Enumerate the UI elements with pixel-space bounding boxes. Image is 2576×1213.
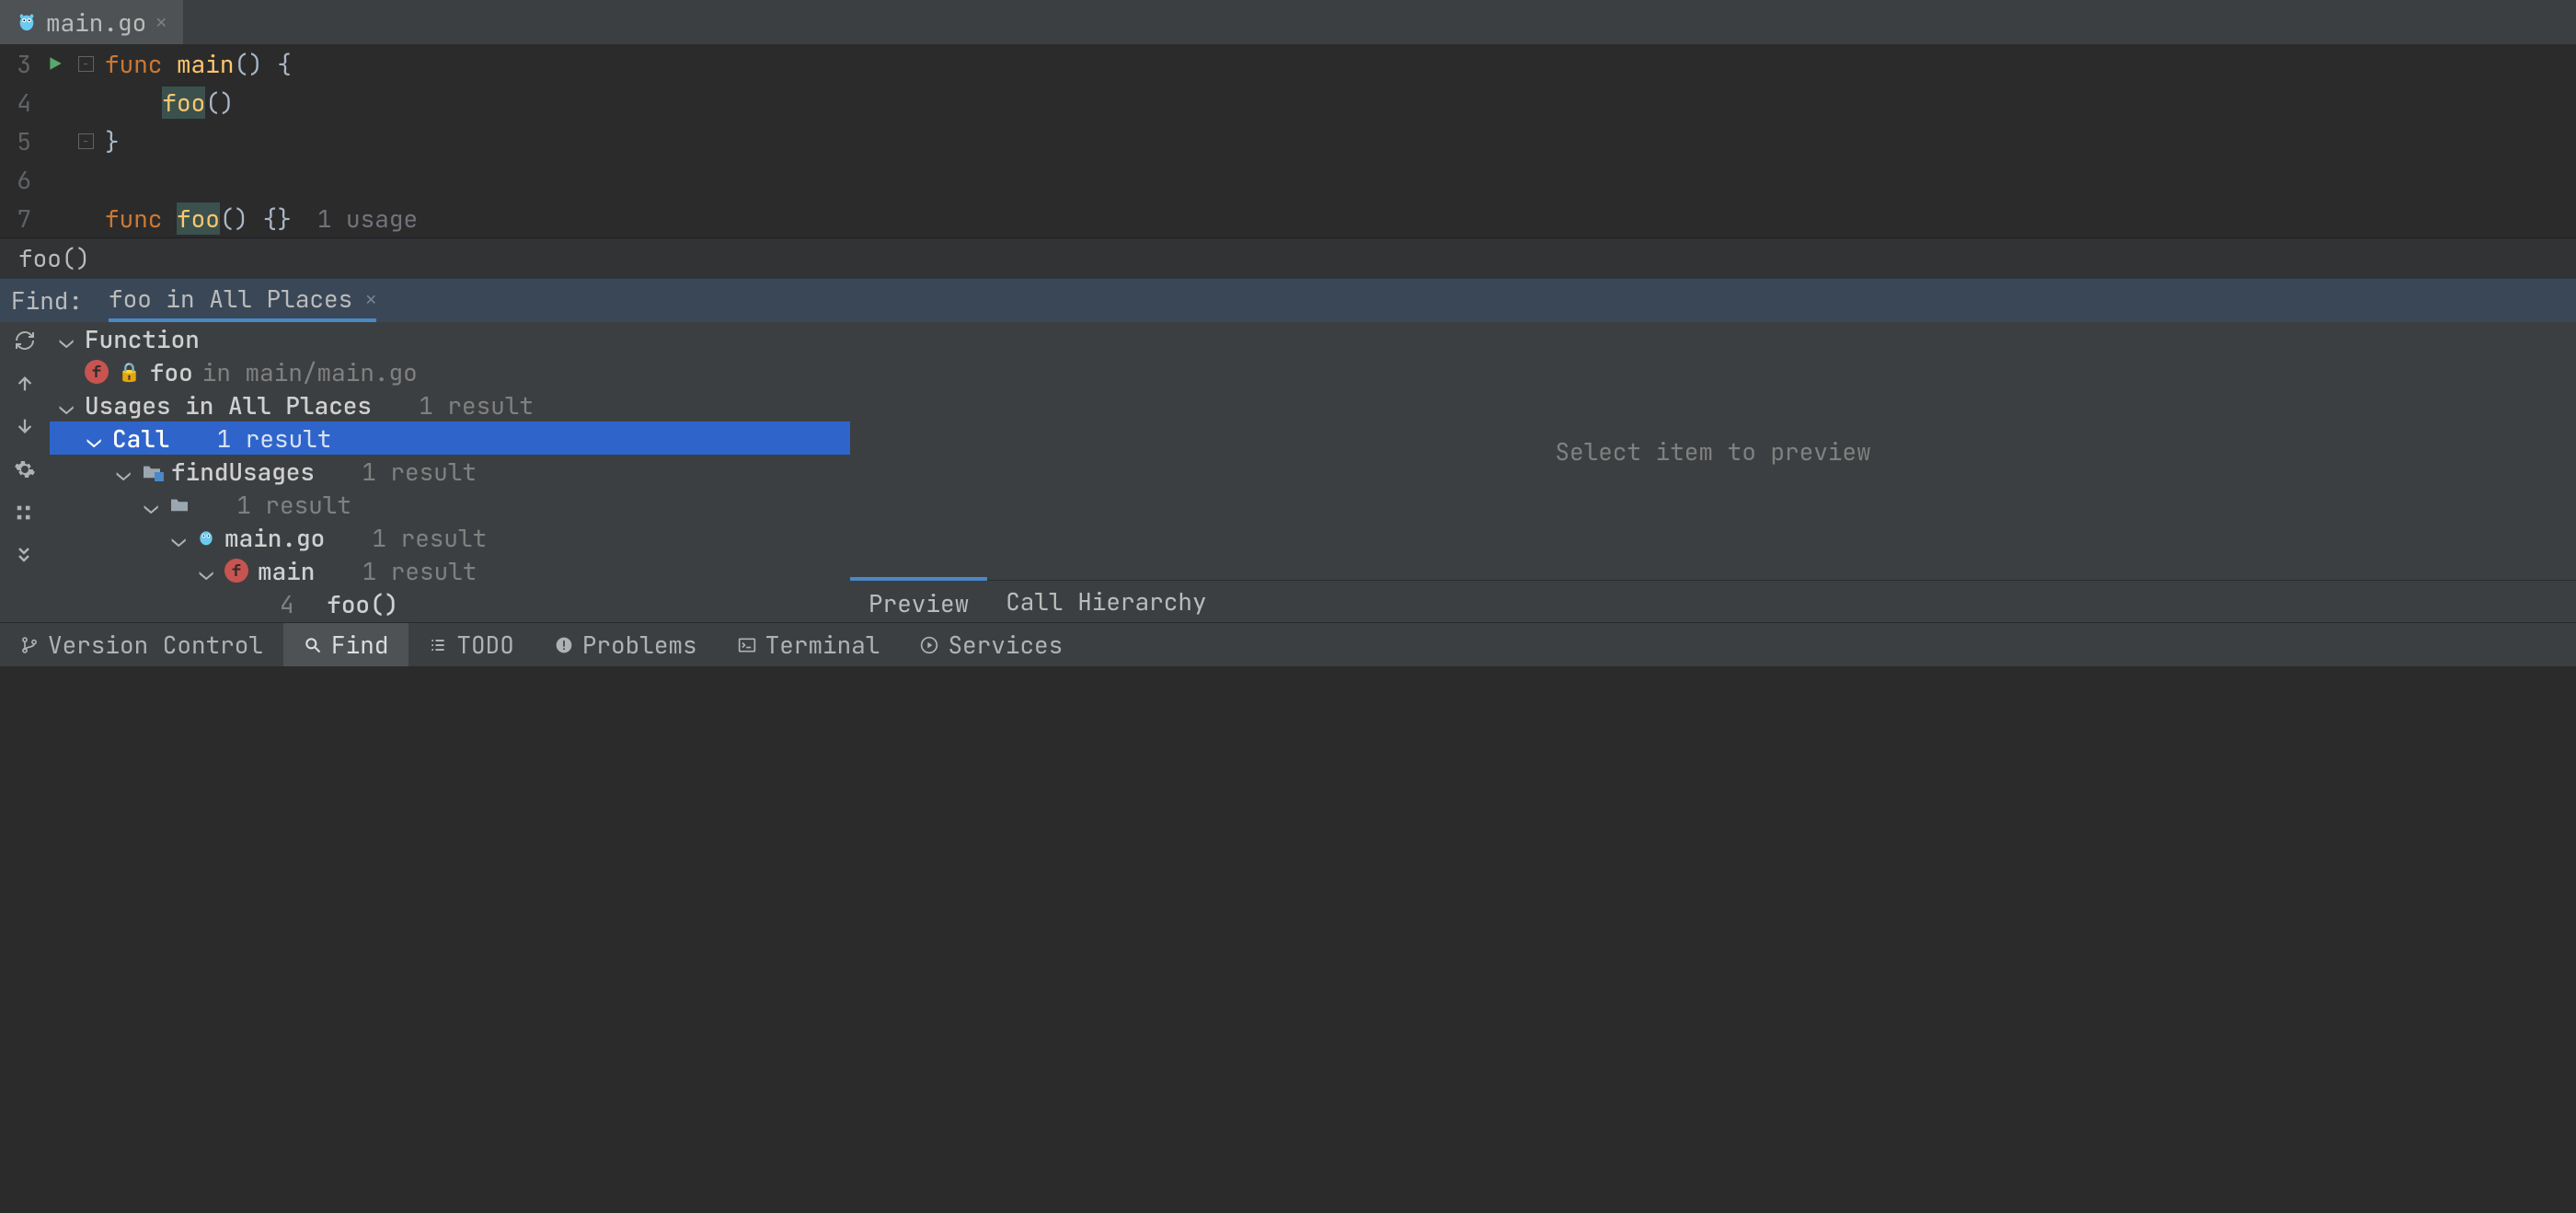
code-line: func main() {	[98, 48, 292, 80]
find-scope-tab[interactable]: foo in All Places ✕	[109, 279, 376, 322]
preview-tabs: Preview Call Hierarchy	[850, 580, 2576, 622]
tree-node-foo-definition[interactable]: f 🔒 foo in main/main.go	[50, 355, 850, 388]
module-folder-icon	[142, 463, 162, 479]
function-badge-icon: f	[85, 360, 109, 384]
find-toolbar	[0, 322, 50, 622]
chevron-down-icon[interactable]: ⌄	[85, 422, 103, 455]
code-editor[interactable]: 3 − func main() { 4 foo() 5 − } 6 7 func…	[0, 44, 2576, 237]
tree-node-function[interactable]: ⌄ Function	[50, 322, 850, 355]
tree-node-occurrence[interactable]: 4 foo()	[50, 587, 850, 620]
more-icon[interactable]	[14, 545, 36, 565]
tool-window-bar: Version Control Find TODO Problems Termi…	[0, 622, 2576, 666]
list-icon	[429, 636, 447, 654]
close-tab-icon[interactable]: ✕	[155, 10, 167, 34]
line-number: 4	[0, 87, 37, 119]
go-file-icon	[197, 528, 215, 547]
editor-tab-bar: main.go ✕	[0, 0, 2576, 44]
play-icon	[920, 636, 938, 654]
gear-icon[interactable]	[14, 458, 36, 480]
file-tab-main-go[interactable]: main.go ✕	[0, 0, 183, 44]
tool-problems[interactable]: Problems	[535, 623, 718, 666]
chevron-down-icon[interactable]: ⌄	[114, 456, 132, 488]
breadcrumb[interactable]: foo()	[0, 237, 2576, 278]
fold-start-icon[interactable]: −	[74, 56, 98, 72]
search-icon	[304, 636, 322, 654]
line-number: 5	[0, 125, 37, 157]
chevron-down-icon[interactable]: ⌄	[197, 555, 215, 587]
code-line: foo()	[98, 87, 234, 119]
lock-icon: 🔒	[118, 360, 141, 384]
tool-todo[interactable]: TODO	[408, 623, 534, 666]
chevron-down-icon[interactable]: ⌄	[169, 522, 188, 554]
fold-end-icon[interactable]: −	[74, 133, 98, 149]
warning-icon	[555, 636, 573, 654]
line-number: 7	[0, 202, 37, 235]
refresh-icon[interactable]	[14, 329, 36, 352]
branch-icon	[20, 636, 39, 654]
arrow-up-icon[interactable]	[15, 374, 35, 394]
tool-services[interactable]: Services	[900, 623, 1083, 666]
tool-terminal[interactable]: Terminal	[718, 623, 901, 666]
find-results-tree[interactable]: ⌄ Function f 🔒 foo in main/main.go ⌄ Usa…	[50, 322, 850, 622]
usage-hint[interactable]: 1 usage	[317, 202, 418, 235]
tool-version-control[interactable]: Version Control	[0, 623, 283, 666]
arrow-down-icon[interactable]	[15, 416, 35, 436]
terminal-icon	[738, 636, 756, 654]
tree-node-folder[interactable]: ⌄ 1 result	[50, 488, 850, 521]
group-by-icon[interactable]	[15, 503, 35, 523]
go-file-icon	[17, 12, 37, 32]
folder-icon	[169, 496, 190, 513]
tree-node-findusages[interactable]: ⌄ findUsages 1 result	[50, 455, 850, 488]
tab-preview[interactable]: Preview	[850, 577, 987, 622]
tab-call-hierarchy[interactable]: Call Hierarchy	[987, 581, 1225, 622]
code-line: }	[98, 125, 120, 157]
line-number: 6	[0, 164, 37, 196]
tree-node-main-go[interactable]: ⌄ main.go 1 result	[50, 521, 850, 554]
function-badge-icon: f	[224, 559, 248, 583]
close-find-tab-icon[interactable]: ✕	[365, 287, 376, 311]
chevron-down-icon[interactable]: ⌄	[142, 489, 160, 521]
find-label: Find:	[11, 284, 83, 317]
find-header: Find: foo in All Places ✕	[0, 278, 2576, 322]
find-preview-pane: Select item to preview Preview Call Hier…	[850, 322, 2576, 622]
chevron-down-icon[interactable]: ⌄	[57, 323, 75, 355]
tool-find[interactable]: Find	[283, 623, 408, 666]
file-tab-label: main.go	[46, 6, 146, 39]
line-number: 3	[0, 48, 37, 80]
preview-placeholder: Select item to preview	[850, 322, 2576, 580]
run-gutter-icon[interactable]	[37, 55, 74, 72]
tree-node-call[interactable]: ⌄ Call 1 result	[50, 422, 850, 455]
tree-node-main-func[interactable]: ⌄ f main 1 result	[50, 554, 850, 587]
code-line: func foo() {}1 usage	[98, 202, 418, 235]
tree-node-usages[interactable]: ⌄ Usages in All Places 1 result	[50, 388, 850, 422]
chevron-down-icon[interactable]: ⌄	[57, 389, 75, 422]
find-panel: ⌄ Function f 🔒 foo in main/main.go ⌄ Usa…	[0, 322, 2576, 622]
